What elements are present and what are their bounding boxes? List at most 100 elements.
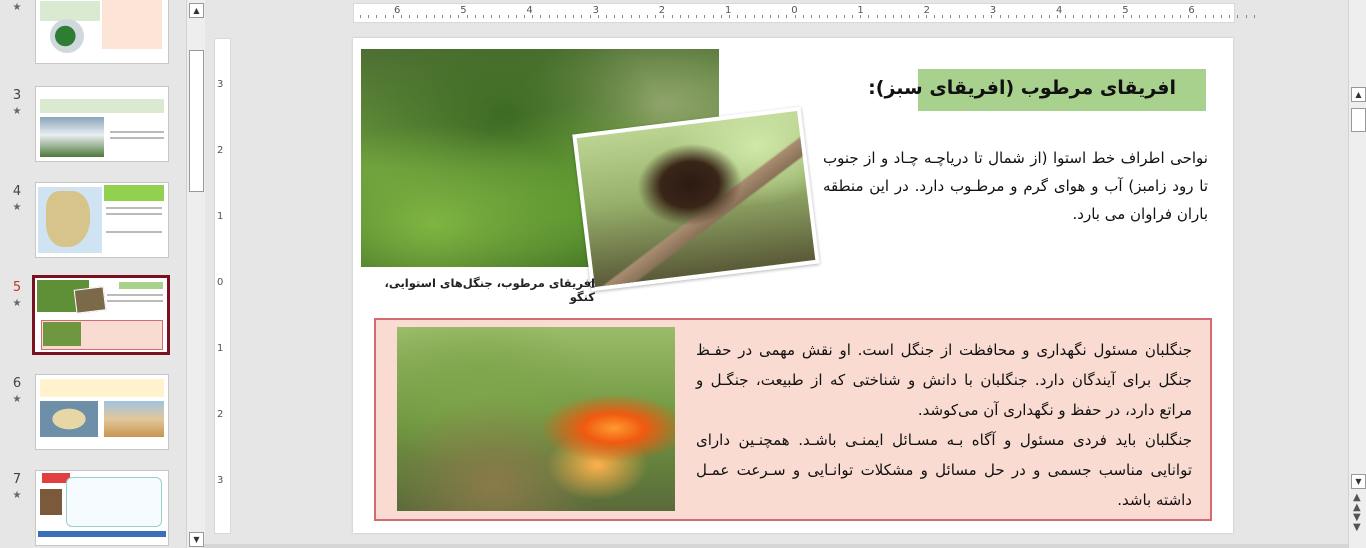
ruler-tick (999, 15, 1001, 18)
forest-fire-photo[interactable] (397, 327, 675, 511)
ruler-tick (827, 15, 829, 18)
ruler-tick (901, 15, 903, 18)
ruler-tick (1221, 15, 1222, 18)
ruler-tick (507, 15, 509, 18)
ruler-tick (917, 15, 919, 18)
ruler-tick (401, 15, 402, 18)
ruler-tick (1196, 15, 1198, 18)
thumbnail-slide-5[interactable]: 5 ★ (0, 275, 186, 358)
thumbnail-slide-7[interactable]: 7 ★ (0, 470, 186, 548)
ruler-tick (786, 15, 788, 18)
ruler-tick (483, 15, 484, 18)
animation-star-icon: ★ (12, 2, 22, 13)
ruler-tick (1147, 15, 1149, 18)
ruler-tick (835, 15, 837, 18)
ruler-tick (597, 15, 599, 18)
ruler-tick (868, 15, 870, 18)
ruler-tick (638, 15, 640, 18)
ruler-number: 1 (217, 211, 224, 222)
thumbnail-slide-2[interactable]: ★ (0, 0, 186, 70)
thumbnail-preview (35, 86, 169, 162)
scroll-down-icon[interactable]: ▼ (1351, 474, 1366, 489)
editor-scrollbar[interactable]: ▲ ▼ ▲ ▲ ▼ ▼ (1348, 0, 1366, 548)
ruler-tick (1073, 15, 1075, 18)
ruler-tick (474, 15, 476, 18)
ruler-tick (458, 15, 460, 18)
thumbnail-preview (35, 374, 169, 450)
ruler-tick (1065, 15, 1067, 18)
monkey-photo[interactable] (572, 106, 820, 292)
ruler-tick (548, 15, 550, 18)
ruler-tick (1204, 15, 1206, 18)
ruler-tick (1130, 15, 1132, 18)
ruler-tick (753, 15, 755, 18)
ruler-tick (368, 15, 370, 18)
scroll-up-icon[interactable]: ▲ (1351, 87, 1366, 102)
ruler-tick (1155, 15, 1157, 18)
thumbnail-slide-6[interactable]: 6 ★ (0, 374, 186, 454)
scrollbar-thumb[interactable] (1351, 108, 1366, 132)
ruler-tick (950, 15, 952, 18)
scroll-down-icon[interactable]: ▼ (189, 532, 204, 547)
horizontal-ruler[interactable]: 6543210123456 (353, 3, 1255, 23)
title-box[interactable]: افریقای مرطوب (افریقای سبز): (868, 69, 1206, 111)
ruler-tick (745, 15, 747, 18)
vertical-ruler[interactable]: 3 2 1 0 1 2 3 (214, 38, 231, 534)
next-slide-icon[interactable]: ▼ (1353, 522, 1361, 533)
ruler-tick (1139, 15, 1140, 18)
ruler-tick (384, 15, 386, 18)
thumbnail-scrollbar[interactable]: ▲ ▼ (186, 0, 205, 548)
thumbnail-slide-3[interactable]: 3 ★ (0, 86, 186, 166)
ruler-tick (1180, 15, 1181, 18)
thumbnail-slide-4[interactable]: 4 ★ (0, 182, 186, 262)
ranger-paragraph-2: جنگلبان باید فردی مسئول و آگاه بـه مسـائ… (696, 431, 1192, 509)
slide-number: 6 (12, 376, 22, 391)
ruler-tick (704, 15, 706, 18)
body-text[interactable]: نواحی اطراف خط استوا (از شمال تا دریاچـه… (823, 144, 1208, 228)
ruler-number: 0 (217, 277, 224, 288)
ruler-tick (655, 15, 657, 18)
ruler-tick (843, 15, 845, 18)
ruler-tick (565, 15, 566, 18)
ruler-tick (737, 15, 739, 18)
ruler-tick (392, 15, 394, 18)
scroll-up-icon[interactable]: ▲ (189, 3, 204, 18)
scrollbar-thumb[interactable] (189, 50, 204, 192)
ruler-number: 3 (217, 475, 224, 486)
ruler-tick (1237, 15, 1239, 18)
ruler-tick (671, 15, 673, 18)
forest-ranger-box[interactable]: جنگلبان مسئول نگهداری و محافظت از جنگل ا… (374, 318, 1212, 521)
ruler-tick (958, 15, 960, 18)
ruler-number: 6 (1188, 5, 1195, 16)
ruler-tick (1229, 15, 1231, 18)
ruler-tick (1171, 15, 1173, 18)
ruler-tick (1007, 15, 1009, 18)
ruler-tick (876, 15, 878, 18)
ruler-tick (622, 15, 624, 18)
ruler-number: 6 (394, 5, 401, 16)
ruler-tick (524, 15, 525, 18)
slide-canvas[interactable]: افریقای مرطوب، جنگل‌های استوایی، کنگو اف… (353, 38, 1233, 533)
ruler-number: 3 (217, 79, 224, 90)
ranger-text[interactable]: جنگلبان مسئول نگهداری و محافظت از جنگل ا… (696, 335, 1192, 515)
ruler-tick (1212, 15, 1214, 18)
ruler-tick (975, 15, 976, 18)
ruler-tick (360, 15, 361, 18)
ruler-tick (884, 15, 886, 18)
ruler-tick (1163, 15, 1165, 18)
thumbnail-preview (32, 275, 170, 355)
animation-star-icon: ★ (12, 298, 22, 309)
animation-star-icon: ★ (12, 106, 22, 117)
ruler-tick (1122, 15, 1124, 18)
ruler-tick (606, 15, 607, 18)
slide-thumbnail-panel: ★ 3 ★ 4 ★ 5 ★ 6 ★ 7 ★ (0, 0, 186, 548)
ruler-tick (1188, 15, 1190, 18)
ruler-tick (1253, 15, 1255, 18)
ruler-tick (409, 15, 411, 18)
ruler-tick (794, 15, 796, 18)
ruler-tick (1114, 15, 1116, 18)
ruler-tick (1057, 15, 1058, 18)
ruler-tick (925, 15, 927, 18)
photo-caption[interactable]: افریقای مرطوب، جنگل‌های استوایی، کنگو (365, 276, 595, 304)
slide-title: افریقای مرطوب (افریقای سبز): (868, 77, 1176, 99)
